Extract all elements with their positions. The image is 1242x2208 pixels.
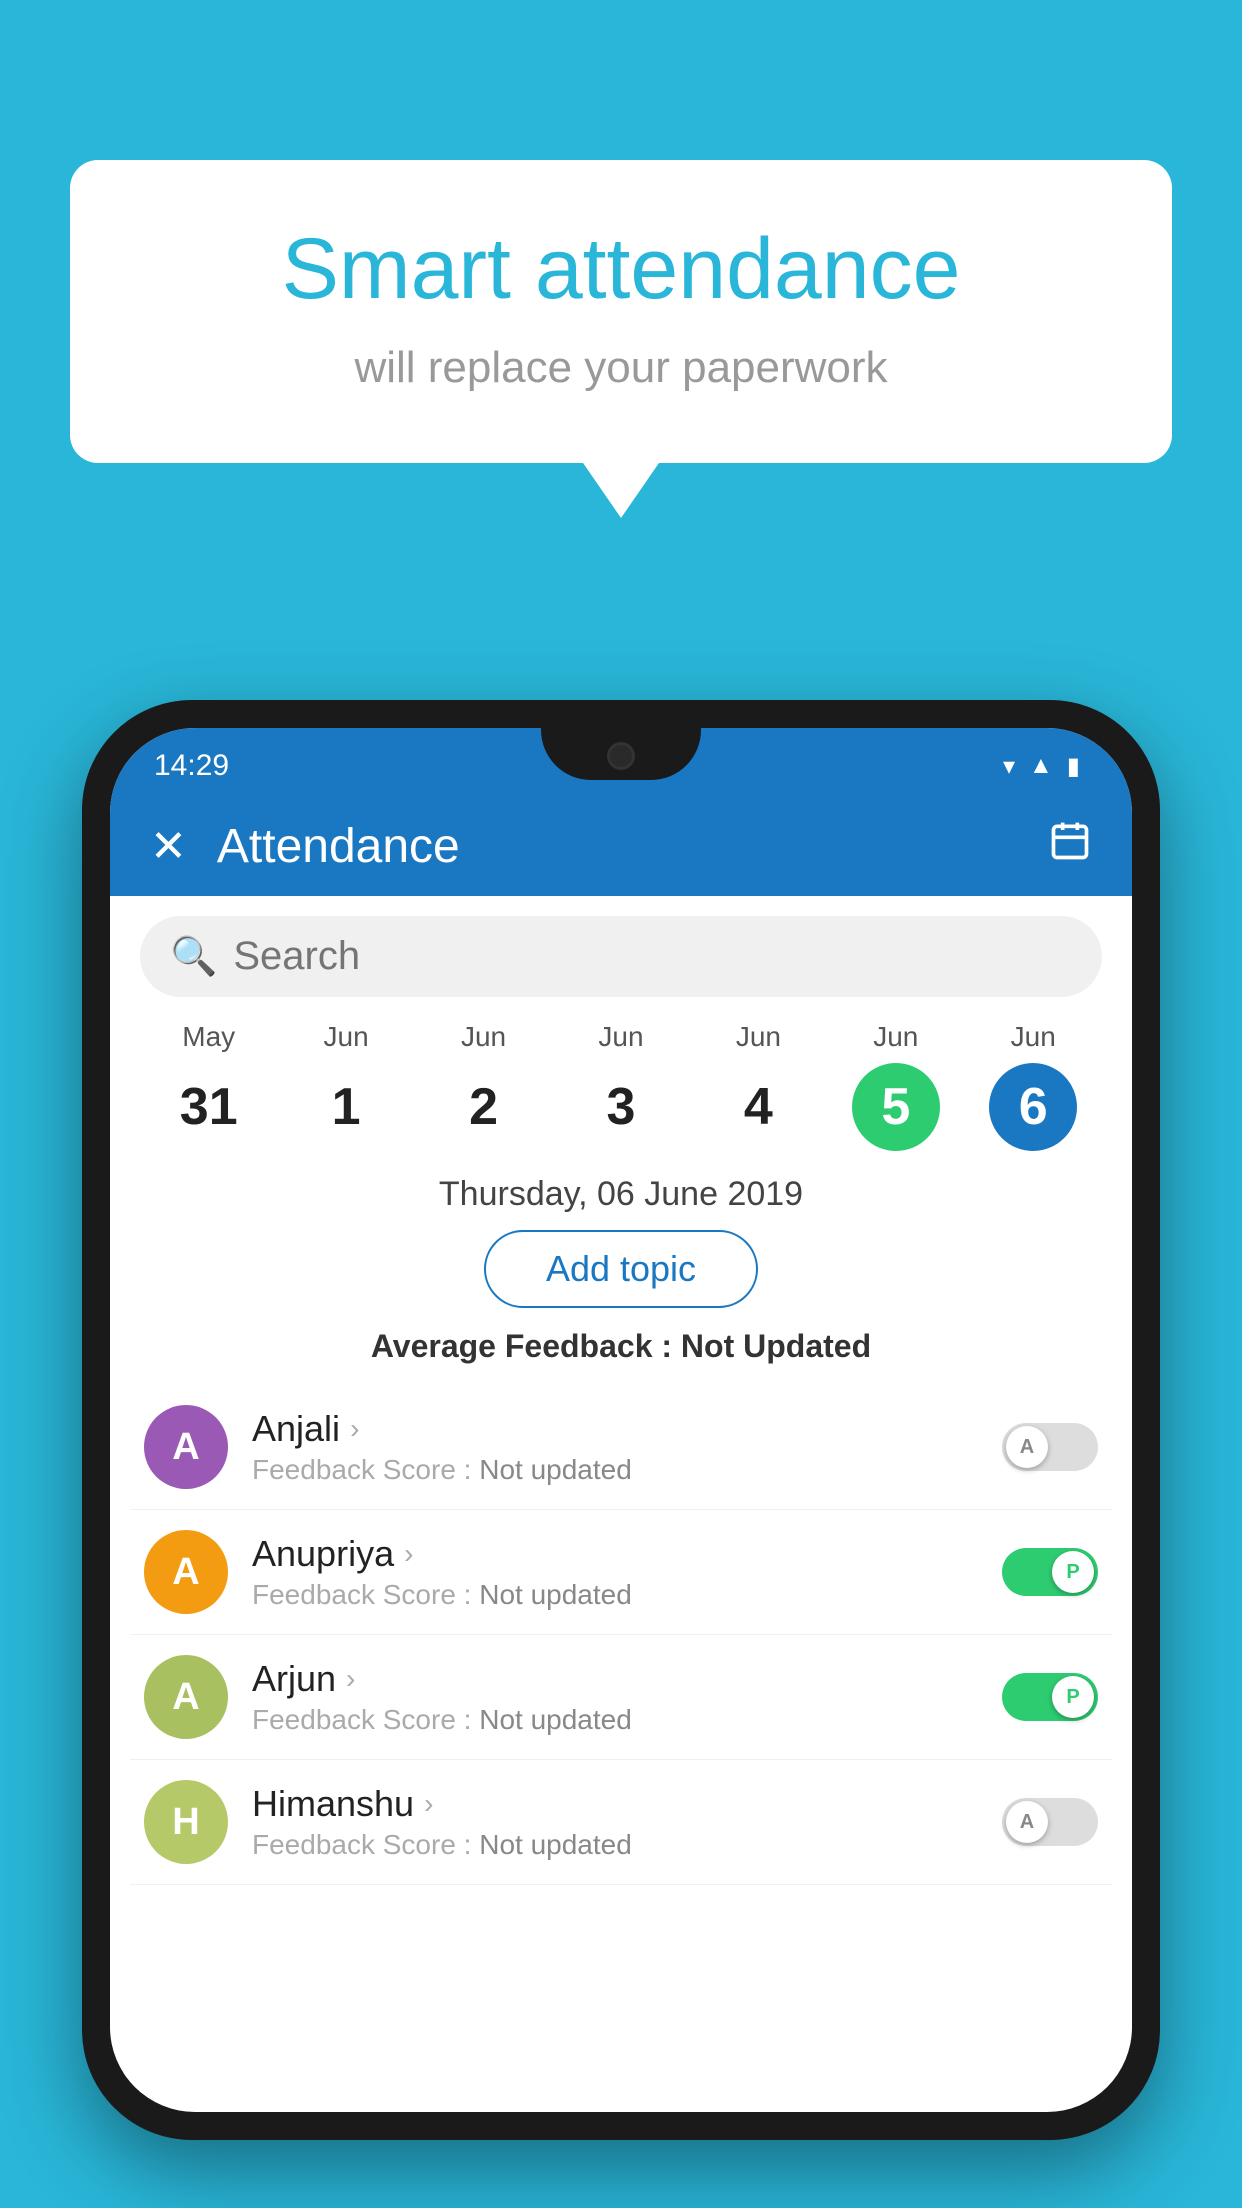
toggle-thumb: A — [1006, 1801, 1048, 1843]
date-number[interactable]: 3 — [577, 1063, 665, 1151]
toggle-on[interactable]: P — [1002, 1548, 1098, 1596]
student-info: Anjali › Feedback Score : Not updated — [252, 1408, 978, 1486]
feedback-score: Feedback Score : Not updated — [252, 1704, 978, 1736]
student-list: AAnjali ›Feedback Score : Not updatedAAA… — [110, 1385, 1132, 1885]
search-input[interactable] — [233, 934, 1072, 979]
date-number[interactable]: 2 — [440, 1063, 528, 1151]
student-item: A Anjali › Feedback Score : Not updated A — [130, 1385, 1112, 1510]
selected-date-label: Thursday, 06 June 2019 — [110, 1175, 1132, 1214]
avatar: A — [144, 1530, 228, 1614]
date-month: Jun — [873, 1021, 918, 1053]
phone-wrapper: 14:29 ▾ ▲ ▮ ✕ Attendance 🔍 — [82, 700, 1160, 2208]
date-item[interactable]: Jun 6 — [965, 1021, 1102, 1151]
date-number[interactable]: 4 — [714, 1063, 802, 1151]
status-icons: ▾ ▲ ▮ — [1003, 752, 1080, 781]
signal-icon: ▲ — [1029, 752, 1053, 780]
date-number[interactable]: 1 — [302, 1063, 390, 1151]
attendance-toggle[interactable]: A — [1002, 1423, 1098, 1471]
student-item: H Himanshu › Feedback Score : Not updated A — [130, 1760, 1112, 1885]
avg-feedback: Average Feedback : Not Updated — [110, 1328, 1132, 1365]
student-name[interactable]: Arjun › — [252, 1658, 978, 1700]
student-name[interactable]: Himanshu › — [252, 1783, 978, 1825]
date-month: Jun — [461, 1021, 506, 1053]
date-item[interactable]: Jun 5 — [827, 1021, 964, 1151]
date-strip: May 31 Jun 1 Jun 2 Jun 3 Jun 4 Jun 5 Jun 6 — [110, 997, 1132, 1151]
wifi-icon: ▾ — [1003, 752, 1015, 781]
chevron-icon: › — [346, 1663, 355, 1695]
chevron-icon: › — [350, 1413, 359, 1445]
avg-feedback-value: Not Updated — [681, 1328, 871, 1364]
toggle-on[interactable]: P — [1002, 1673, 1098, 1721]
close-button[interactable]: ✕ — [150, 821, 187, 872]
date-month: Jun — [736, 1021, 781, 1053]
feedback-score: Feedback Score : Not updated — [252, 1829, 978, 1861]
phone-camera — [607, 742, 635, 770]
phone-outer: 14:29 ▾ ▲ ▮ ✕ Attendance 🔍 — [82, 700, 1160, 2140]
header-title: Attendance — [217, 819, 1048, 874]
chevron-icon: › — [424, 1788, 433, 1820]
date-item[interactable]: Jun 3 — [552, 1021, 689, 1151]
speech-title: Smart attendance — [150, 220, 1092, 319]
toggle-thumb: A — [1006, 1426, 1048, 1468]
student-item: A Anupriya › Feedback Score : Not updated P — [130, 1510, 1112, 1635]
student-name[interactable]: Anjali › — [252, 1408, 978, 1450]
student-item: A Arjun › Feedback Score : Not updated P — [130, 1635, 1112, 1760]
toggle-thumb: P — [1052, 1551, 1094, 1593]
toggle-off[interactable]: A — [1002, 1798, 1098, 1846]
date-item[interactable]: Jun 4 — [690, 1021, 827, 1151]
date-item[interactable]: May 31 — [140, 1021, 277, 1151]
calendar-icon[interactable] — [1048, 819, 1092, 873]
chevron-icon: › — [404, 1538, 413, 1570]
date-item[interactable]: Jun 2 — [415, 1021, 552, 1151]
avg-feedback-label: Average Feedback : — [371, 1328, 681, 1364]
speech-bubble: Smart attendance will replace your paper… — [70, 160, 1172, 463]
student-info: Arjun › Feedback Score : Not updated — [252, 1658, 978, 1736]
status-time: 14:29 — [154, 749, 229, 783]
attendance-toggle[interactable]: P — [1002, 1673, 1098, 1721]
date-month: May — [182, 1021, 235, 1053]
phone-notch — [541, 728, 701, 780]
date-month: Jun — [1011, 1021, 1056, 1053]
date-month: Jun — [598, 1021, 643, 1053]
feedback-score: Feedback Score : Not updated — [252, 1454, 978, 1486]
toggle-off[interactable]: A — [1002, 1423, 1098, 1471]
student-info: Anupriya › Feedback Score : Not updated — [252, 1533, 978, 1611]
app-header: ✕ Attendance — [110, 796, 1132, 896]
date-number[interactable]: 5 — [852, 1063, 940, 1151]
date-number[interactable]: 31 — [165, 1063, 253, 1151]
add-topic-button[interactable]: Add topic — [484, 1230, 758, 1308]
avatar: A — [144, 1405, 228, 1489]
battery-icon: ▮ — [1067, 752, 1080, 781]
search-icon: 🔍 — [170, 935, 217, 979]
feedback-score: Feedback Score : Not updated — [252, 1579, 978, 1611]
avatar: H — [144, 1780, 228, 1864]
search-container[interactable]: 🔍 — [140, 916, 1102, 997]
student-info: Himanshu › Feedback Score : Not updated — [252, 1783, 978, 1861]
date-month: Jun — [324, 1021, 369, 1053]
date-number[interactable]: 6 — [989, 1063, 1077, 1151]
date-item[interactable]: Jun 1 — [277, 1021, 414, 1151]
toggle-thumb: P — [1052, 1676, 1094, 1718]
attendance-toggle[interactable]: A — [1002, 1798, 1098, 1846]
phone-screen: 14:29 ▾ ▲ ▮ ✕ Attendance 🔍 — [110, 728, 1132, 2112]
attendance-toggle[interactable]: P — [1002, 1548, 1098, 1596]
speech-subtitle: will replace your paperwork — [150, 343, 1092, 393]
avatar: A — [144, 1655, 228, 1739]
student-name[interactable]: Anupriya › — [252, 1533, 978, 1575]
